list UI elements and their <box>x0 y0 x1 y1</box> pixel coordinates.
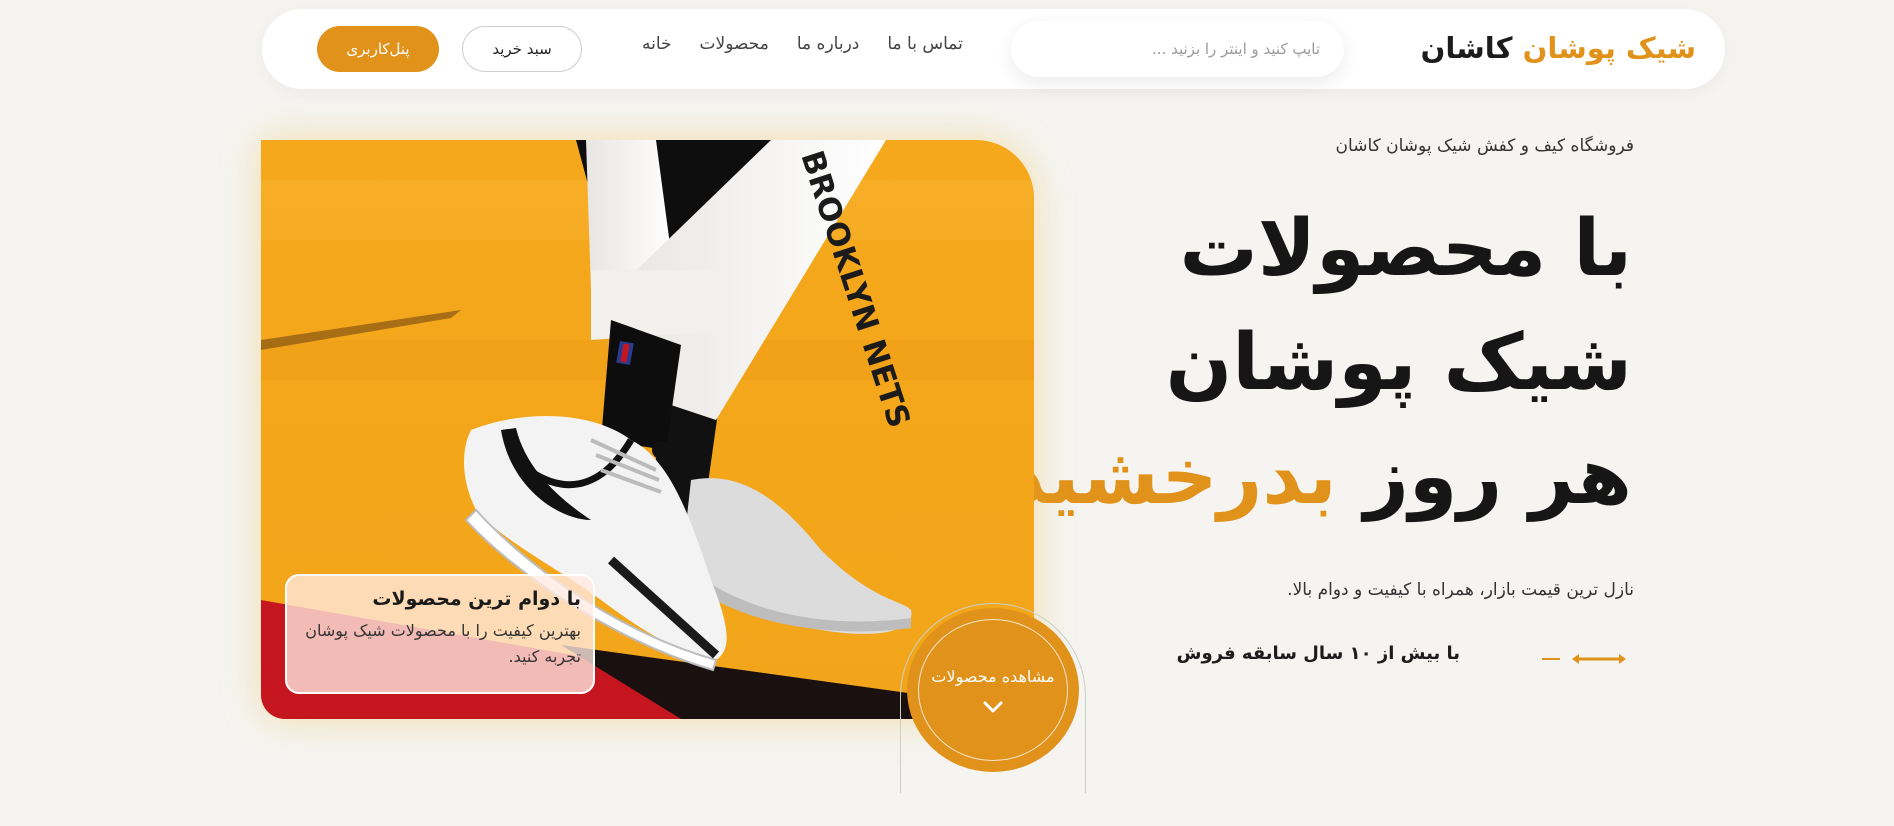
logo-rest-text: کاشان <box>1420 31 1514 65</box>
headline-line-3: هر روز بدرخشید. <box>975 420 1634 534</box>
chevron-down-icon <box>983 701 1003 712</box>
site-header: شیک پوشان کاشان خانه محصولات درباره ما ت… <box>262 9 1725 89</box>
nav-home-link[interactable]: خانه <box>642 34 672 64</box>
hero-headline: با محصولات شیک پوشان هر روز بدرخشید. <box>975 192 1634 534</box>
hero-subtext: نازل ترین قیمت بازار، همراه با کیفیت و د… <box>1287 580 1634 600</box>
headline-line-2: شیک پوشان <box>1165 318 1634 408</box>
main-nav: خانه محصولات درباره ما تماس با ما <box>642 34 963 64</box>
view-products-inner: مشاهده محصولات <box>918 619 1068 761</box>
hero-kicker: فروشگاه کیف و کفش شیک پوشان کاشان <box>1335 136 1634 156</box>
logo-accent-text: شیک پوشان <box>1522 31 1697 65</box>
site-logo[interactable]: شیک پوشان کاشان <box>1420 31 1697 65</box>
cart-button[interactable]: سبد خرید <box>462 26 582 72</box>
nav-contact-link[interactable]: تماس با ما <box>887 34 963 64</box>
durability-card: با دوام ترین محصولات بهترین کیفیت را با … <box>285 574 595 694</box>
durability-card-desc: بهترین کیفیت را با محصولات شیک پوشان تجر… <box>305 621 581 666</box>
view-products-button[interactable]: مشاهده محصولات <box>907 608 1079 772</box>
headline-line-3-accent: بدرخشید <box>1005 432 1339 522</box>
durability-card-title: با دوام ترین محصولات <box>372 588 581 610</box>
arrow-line-icon <box>1542 654 1626 664</box>
search-input[interactable] <box>1011 21 1344 77</box>
years-experience-text: با بیش از ۱۰ سال سابقه فروش <box>1176 643 1460 664</box>
nav-about-link[interactable]: درباره ما <box>797 34 860 64</box>
nav-products-link[interactable]: محصولات <box>700 34 769 64</box>
view-products-label: مشاهده محصولات <box>931 666 1055 686</box>
headline-line-1: با محصولات <box>1179 204 1634 294</box>
headline-line-3-plain: هر روز <box>1363 432 1634 522</box>
user-panel-button[interactable]: پنل‌کاربری <box>317 26 439 72</box>
